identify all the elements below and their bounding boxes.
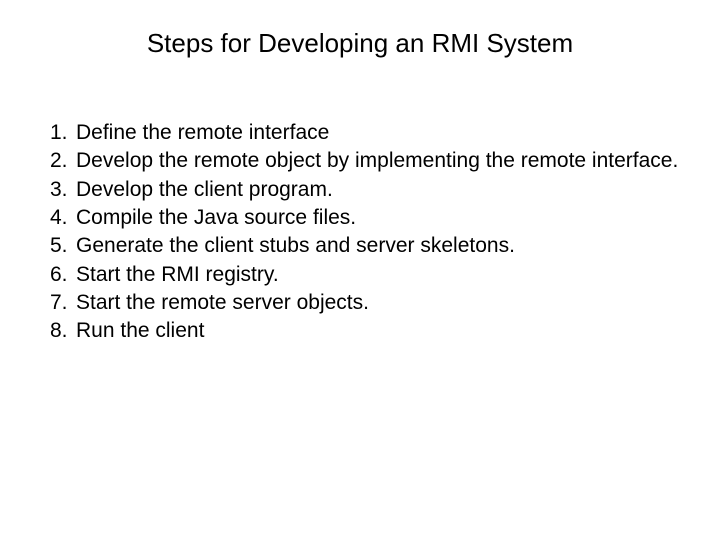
step-text: Develop the client program. [76, 176, 680, 204]
step-text: Compile the Java source files. [76, 204, 680, 232]
list-item: 7. Start the remote server objects. [50, 289, 680, 317]
step-number: 2. [50, 147, 76, 175]
steps-list: 1. Define the remote interface 2. Develo… [40, 119, 680, 346]
step-text: Generate the client stubs and server ske… [76, 232, 680, 260]
step-text: Start the remote server objects. [76, 289, 680, 317]
page-title: Steps for Developing an RMI System [80, 28, 640, 59]
list-item: 5. Generate the client stubs and server … [50, 232, 680, 260]
step-number: 8. [50, 317, 76, 345]
step-text: Run the client [76, 317, 680, 345]
step-number: 5. [50, 232, 76, 260]
step-number: 6. [50, 261, 76, 289]
step-number: 4. [50, 204, 76, 232]
list-item: 3. Develop the client program. [50, 176, 680, 204]
list-item: 6. Start the RMI registry. [50, 261, 680, 289]
step-number: 3. [50, 176, 76, 204]
step-text: Start the RMI registry. [76, 261, 680, 289]
step-number: 1. [50, 119, 76, 147]
list-item: 2. Develop the remote object by implemen… [50, 147, 680, 175]
list-item: 1. Define the remote interface [50, 119, 680, 147]
step-text: Define the remote interface [76, 119, 680, 147]
list-item: 8. Run the client [50, 317, 680, 345]
step-number: 7. [50, 289, 76, 317]
list-item: 4. Compile the Java source files. [50, 204, 680, 232]
step-text: Develop the remote object by implementin… [76, 147, 680, 175]
